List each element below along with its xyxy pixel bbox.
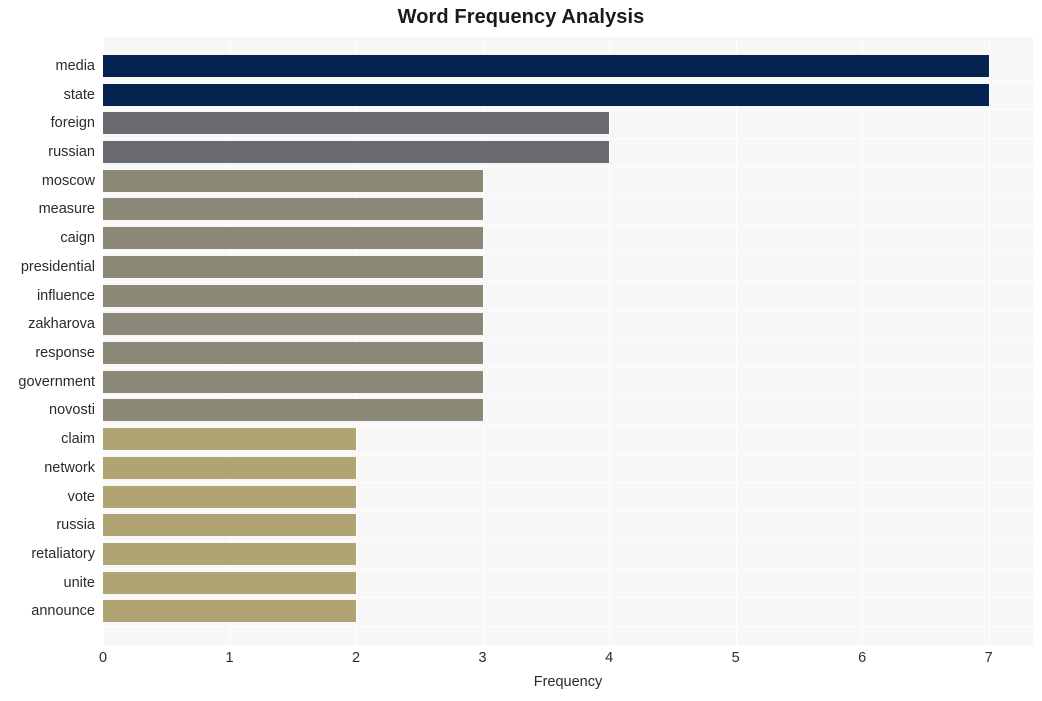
- bar: [103, 54, 989, 77]
- bar: [103, 342, 483, 364]
- gridline-horizontal: [103, 137, 1033, 139]
- x-axis-tick-label: 6: [858, 650, 867, 666]
- gridline-horizontal: [103, 281, 1033, 283]
- bar: [103, 399, 483, 422]
- gridline-horizontal: [103, 453, 1033, 455]
- gridline-horizontal: [103, 510, 1033, 512]
- gridline-horizontal: [103, 338, 1033, 340]
- gridline-horizontal: [103, 597, 1033, 599]
- gridline-horizontal: [103, 424, 1033, 426]
- x-axis-tick-label: 2: [352, 650, 361, 666]
- gridline-horizontal: [103, 539, 1033, 541]
- y-axis-tick-label: response: [35, 345, 95, 361]
- x-axis-tick-label: 4: [605, 650, 614, 666]
- y-axis-tick-label: zakharova: [28, 316, 95, 333]
- bar: [103, 313, 483, 336]
- y-axis-tick-label: announce: [31, 603, 95, 620]
- y-axis-tick-label: measure: [38, 201, 95, 218]
- y-axis-tick-label: russia: [56, 517, 95, 534]
- y-axis-tick-label: unite: [63, 574, 95, 591]
- bar: [103, 514, 357, 537]
- bar: [103, 255, 483, 278]
- bar: [103, 169, 483, 192]
- gridline-horizontal: [103, 252, 1033, 254]
- gridline-horizontal: [103, 166, 1033, 168]
- bar: [103, 428, 357, 451]
- word-frequency-bar-chart: Word Frequency Analysis media state foreig…: [0, 0, 1042, 701]
- x-axis-label: Frequency: [533, 674, 603, 690]
- gridline-vertical: [735, 37, 737, 645]
- y-axis-tick-label: influence: [36, 287, 95, 304]
- bar: [103, 370, 483, 393]
- x-axis-tick-label: 7: [984, 650, 993, 666]
- y-axis-tick-label: novosti: [49, 402, 95, 419]
- bar: [103, 140, 610, 163]
- chart-title: Word Frequency Analysis: [397, 6, 645, 28]
- x-axis-tick-label: 5: [731, 650, 740, 666]
- gridline-horizontal: [103, 482, 1033, 484]
- bar: [103, 112, 610, 135]
- bar: [103, 571, 357, 594]
- gridline-horizontal: [103, 367, 1033, 369]
- gridline-horizontal: [103, 568, 1033, 570]
- y-axis-tick-label: state: [63, 86, 95, 103]
- y-axis-tick-label: media: [55, 57, 96, 74]
- gridline-vertical: [988, 37, 990, 645]
- bar: [103, 83, 989, 106]
- bar: [103, 543, 357, 566]
- gridline-horizontal: [103, 309, 1033, 311]
- y-axis-tick-label: presidential: [20, 258, 95, 275]
- gridline-horizontal: [103, 195, 1033, 197]
- gridline-horizontal: [103, 108, 1033, 110]
- gridline-horizontal: [103, 80, 1033, 82]
- x-axis-tick-label: 1: [225, 650, 234, 666]
- x-axis-tick-label: 3: [478, 650, 487, 666]
- bar: [103, 198, 483, 221]
- y-axis-tick-label: claim: [61, 431, 95, 448]
- y-axis-tick-label: caign: [60, 230, 95, 247]
- bar: [103, 227, 483, 250]
- y-axis-tick-label: network: [44, 459, 95, 476]
- y-axis-tick-label: retaliatory: [31, 546, 95, 563]
- bar: [103, 600, 357, 623]
- y-axis-tick-label: russian: [48, 143, 95, 160]
- y-axis-tick-label: vote: [67, 488, 95, 505]
- bar: [103, 284, 483, 307]
- plot-area: [103, 37, 1033, 645]
- gridline-vertical: [862, 37, 864, 645]
- x-axis-tick-label: 0: [98, 650, 108, 666]
- gridline-vertical: [609, 37, 611, 645]
- y-axis-tick-label: moscow: [41, 172, 95, 189]
- bar: [103, 485, 357, 508]
- y-axis-tick-label: government: [18, 373, 95, 390]
- gridline-horizontal: [103, 396, 1033, 398]
- y-axis-tick-label: foreign: [50, 115, 95, 132]
- gridline-horizontal: [103, 625, 1033, 627]
- bar: [103, 456, 357, 479]
- gridline-horizontal: [103, 223, 1033, 225]
